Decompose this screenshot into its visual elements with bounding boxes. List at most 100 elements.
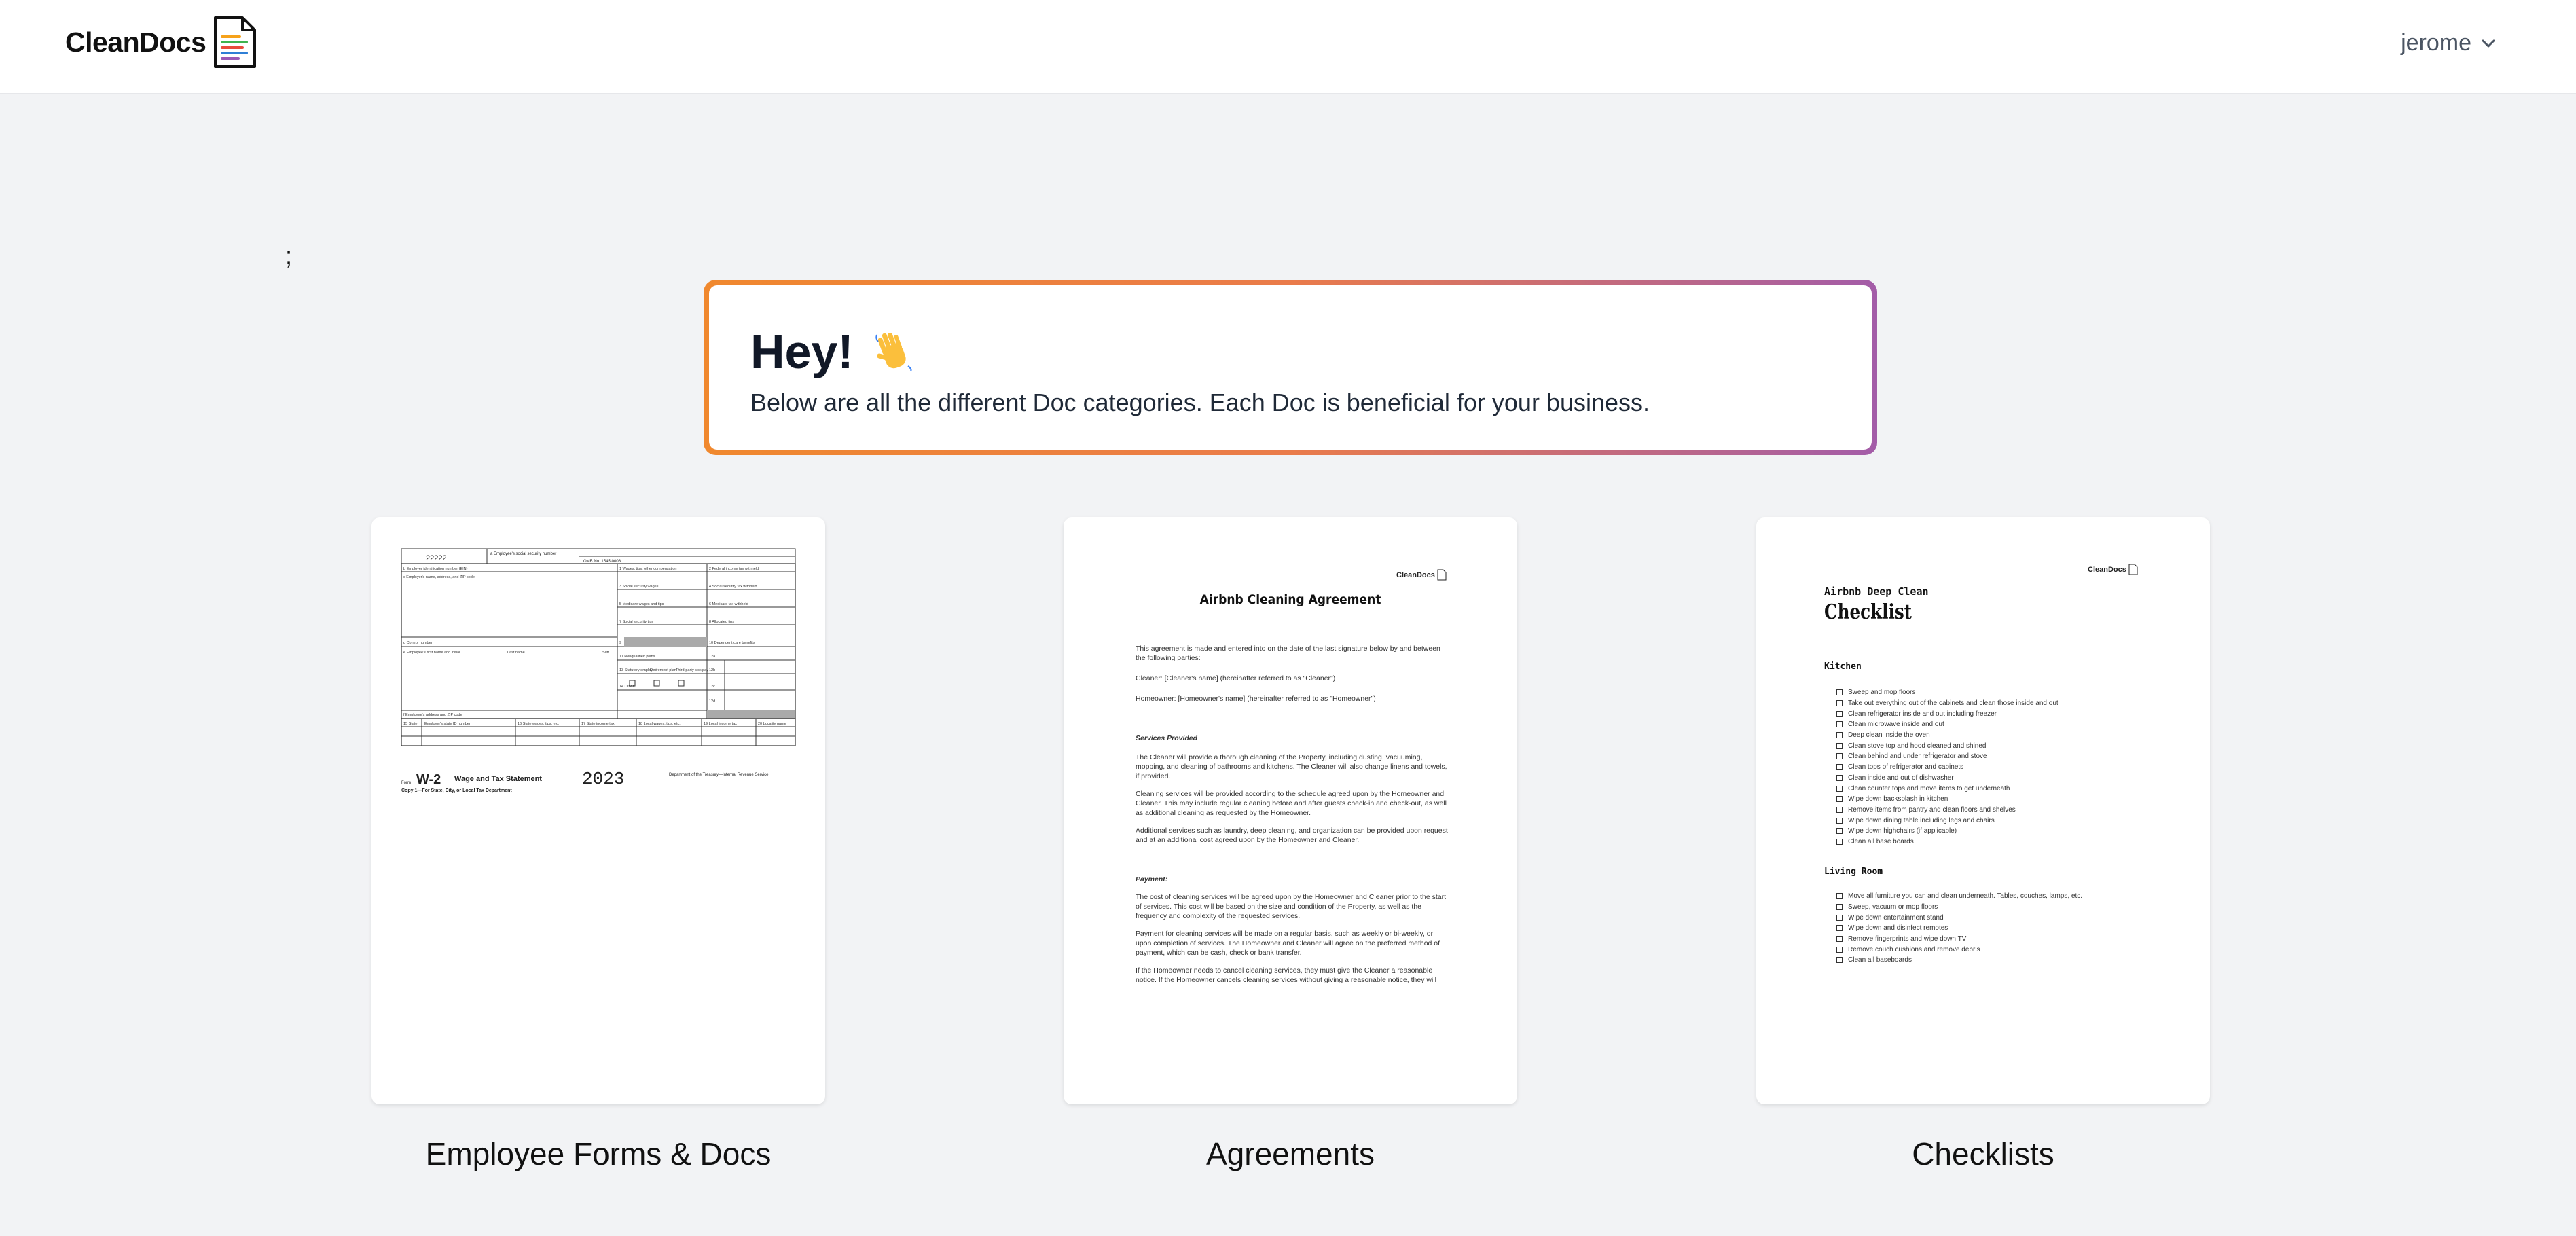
checklist-item: Remove couch cushions and remove debris (1836, 944, 2162, 955)
w2-field-last-name: Last name (507, 651, 525, 655)
category-agreements[interactable]: CleanDocs Airbnb Cleaning Agreement This… (1064, 517, 1517, 1172)
checklist-item-text: Clean inside and out of dishwasher (1848, 774, 1954, 782)
w2-locality: 20 Locality name (758, 722, 786, 726)
w2-box-9: 9 (619, 641, 621, 645)
category-preview-card[interactable]: CleanDocs Airbnb Deep Clean Checklist Ki… (1756, 517, 2210, 1104)
category-checklists[interactable]: CleanDocs Airbnb Deep Clean Checklist Ki… (1756, 517, 2210, 1172)
document-list-icon (214, 16, 257, 68)
agreement-services-2: Cleaning services will be provided accor… (1136, 790, 1447, 817)
document-icon (1437, 569, 1447, 581)
w2-box-10: 10 Dependent care benefits (709, 641, 755, 645)
w2-form-prefix: Form (401, 781, 411, 785)
w2-field-address: f Employee's address and ZIP code (403, 713, 462, 717)
preview-title: Airbnb Cleaning Agreement (1199, 592, 1381, 607)
living-list: Move all furniture you can and clean und… (1836, 891, 2162, 966)
checklist-item: Sweep and mop floors (1836, 687, 2162, 698)
w2-dept: Department of the Treasury—Internal Reve… (669, 773, 769, 777)
checklist-item-text: Wipe down backsplash in kitchen (1848, 795, 1948, 803)
checklist-item-text: Sweep and mop floors (1848, 689, 1916, 697)
w2-box-1: 1 Wages, tips, other compensation (619, 567, 676, 571)
checklist-item: Clean all base boards (1836, 837, 2162, 848)
w2-state-id: Employer's state ID number (424, 722, 471, 726)
w2-field-employer: c Employer's name, address, and ZIP code (403, 575, 475, 579)
w2-box-12b: 12b (709, 668, 715, 672)
checkbox-icon (1836, 904, 1843, 911)
preview-brand: CleanDocs (1396, 569, 1447, 581)
checkbox-icon (1836, 700, 1843, 707)
checklist-subtitle: Airbnb Deep Clean (1824, 585, 1929, 598)
checkbox-icon (1836, 957, 1843, 964)
greeting-card-body: Hey! Below are all the different Doc cat… (709, 285, 1872, 450)
w2-copy-line: Copy 1—For State, City, or Local Tax Dep… (401, 788, 512, 793)
category-label[interactable]: Agreements (1064, 1135, 1517, 1172)
w2-box-14: 14 Other (619, 685, 634, 689)
w2-box-12a: 12a (709, 655, 716, 659)
checklist-item-text: Remove couch cushions and remove debris (1848, 945, 1980, 953)
checkbox-icon (1836, 946, 1843, 953)
preview-brand: CleanDocs (2088, 564, 2138, 575)
agreement-services-heading: Services Provided (1136, 734, 1198, 742)
brand-home-link[interactable]: CleanDocs (65, 15, 259, 69)
w2-ssn-label: a Employee's social security number (490, 552, 556, 556)
category-label[interactable]: Checklists (1756, 1135, 2210, 1172)
checklist-item-text: Clean all baseboards (1848, 956, 1912, 964)
checklist-item-text: Wipe down and disinfect remotes (1848, 924, 1948, 932)
agreement-body: This agreement is made and entered into … (1136, 644, 1448, 985)
checkbox-icon (1836, 710, 1843, 717)
checklist-item: Move all furniture you can and clean und… (1836, 891, 2162, 902)
stray-semicolon: ; (285, 242, 293, 270)
checklist-item-text: Deep clean inside the oven (1848, 731, 1930, 740)
checklist-item-text: Clean tops of refrigerator and cabinets (1848, 763, 1964, 771)
category-preview-card[interactable]: 22222 a Employee's social security numbe… (371, 517, 825, 1104)
greeting-card: Hey! Below are all the different Doc cat… (704, 280, 1877, 455)
w2-form-preview: 22222 a Employee's social security numbe… (401, 548, 796, 793)
category-employee-forms[interactable]: 22222 a Employee's social security numbe… (371, 517, 825, 1172)
checklist-item: Clean tops of refrigerator and cabinets (1836, 762, 2162, 773)
agreement-intro: This agreement is made and entered into … (1136, 644, 1440, 662)
checklist-item: Clean all baseboards (1836, 955, 2162, 966)
w2-box-2: 2 Federal income tax withheld (709, 567, 759, 571)
w2-field-control: d Control number (403, 641, 433, 645)
checklist-item-text: Wipe down dining table including legs an… (1848, 816, 1995, 824)
agreement-payment-3: If the Homeowner needs to cancel cleanin… (1136, 966, 1436, 984)
agreement-payment-heading: Payment: (1136, 875, 1168, 884)
user-menu[interactable]: jerome (2401, 30, 2496, 56)
checklist-item: Deep clean inside the oven (1836, 730, 2162, 741)
agreement-payment-2: Payment for cleaning services will be ma… (1136, 930, 1440, 957)
user-name: jerome (2401, 30, 2471, 56)
checklist-item-text: Wipe down entertainment stand (1848, 913, 1944, 922)
w2-state-wages: 16 State wages, tips, etc. (518, 722, 560, 726)
checkbox-icon (1836, 689, 1843, 696)
checklist-item: Remove items from pantry and clean floor… (1836, 805, 2162, 816)
checklist-item: Clean stove top and hood cleaned and shi… (1836, 740, 2162, 751)
agreement-payment-1: The cost of cleaning services will be ag… (1136, 893, 1446, 920)
checklist-item: Clean behind and under refrigerator and … (1836, 751, 2162, 762)
w2-box-11: 11 Nonqualified plans (619, 655, 655, 659)
checkbox-icon (1836, 796, 1843, 803)
checkbox-icon (1836, 806, 1843, 813)
checkbox-icon (1836, 828, 1843, 835)
w2-box-12d: 12d (709, 699, 715, 704)
category-label[interactable]: Employee Forms & Docs (371, 1135, 825, 1172)
checklist-item: Wipe down dining table including legs an… (1836, 815, 2162, 826)
w2-form-name: W-2 (416, 772, 441, 787)
agreement-cleaner: Cleaner: [Cleaner's name] (hereinafter r… (1136, 674, 1336, 683)
checkbox-icon (1836, 893, 1843, 900)
w2-box-3: 3 Social security wages (619, 585, 659, 589)
checkbox-icon (1836, 838, 1843, 845)
w2-box-13-sick-pay: Third-party sick pay (676, 668, 708, 672)
w2-box-12c: 12c (709, 685, 715, 689)
w2-form-title: Wage and Tax Statement (454, 775, 542, 783)
checklist-item: Wipe down highchairs (if applicable) (1836, 826, 2162, 837)
checklist-item: Wipe down and disinfect remotes (1836, 923, 2162, 934)
checklist-item-text: Take out everything out of the cabinets … (1848, 699, 2058, 708)
checklist-item: Sweep, vacuum or mop floors (1836, 902, 2162, 913)
w2-local-wages: 18 Local wages, tips, etc. (638, 722, 681, 726)
w2-local-tax: 19 Local income tax (704, 722, 737, 726)
w2-box-4: 4 Social security tax withheld (709, 585, 757, 589)
checkbox-icon (1836, 753, 1843, 760)
chevron-down-icon (2482, 39, 2495, 47)
category-preview-card[interactable]: CleanDocs Airbnb Cleaning Agreement This… (1064, 517, 1517, 1104)
checkbox-icon (1836, 764, 1843, 771)
agreement-homeowner: Homeowner: [Homeowner's name] (hereinaft… (1136, 695, 1376, 703)
